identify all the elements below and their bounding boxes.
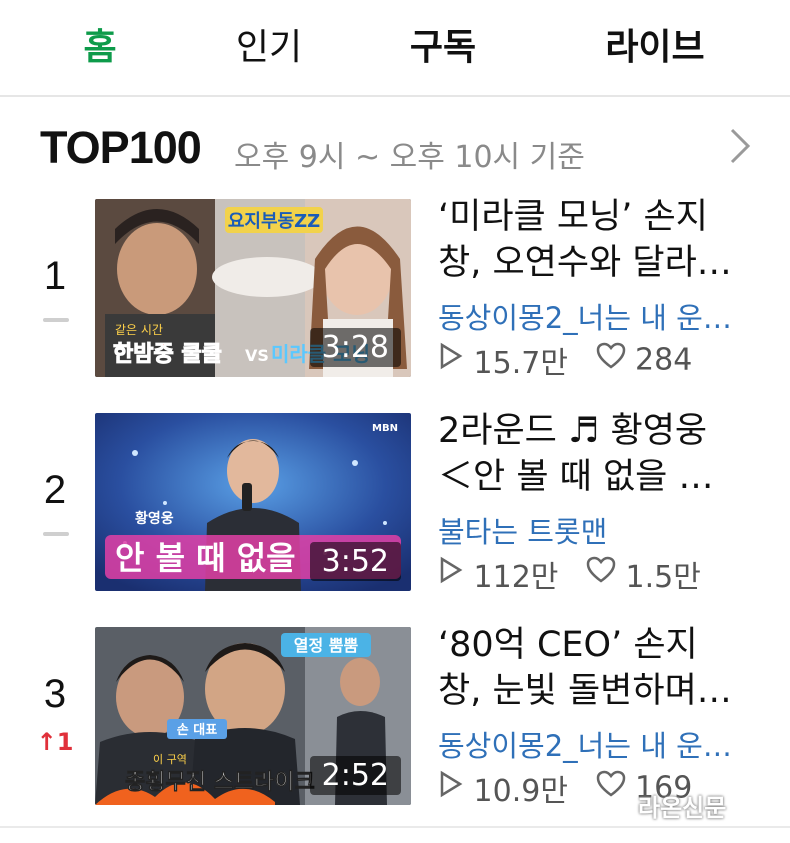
video-title-line: ‘미라클 모닝’ 손지 xyxy=(438,197,708,237)
thumb-caption: 손 대표 xyxy=(177,723,217,738)
video-stats: 15.7만 284 xyxy=(438,338,758,381)
channel-name[interactable]: 동상이몽2_너는 내 운… xyxy=(438,295,756,337)
video-thumbnail[interactable]: 열정 뿜뿜 손 대표 이 구역 종횡무진 스트라이크 2:52 xyxy=(95,627,411,805)
bottom-divider xyxy=(0,826,790,828)
list-item[interactable]: 1 요지부동ZZ 같은 시간 한밤중 쿨쿨 VS 미라클 모닝 3:28 ‘미라… xyxy=(0,188,790,388)
heart-icon xyxy=(596,342,626,378)
tab-subscriptions[interactable]: 구독 xyxy=(388,18,498,78)
thumb-caption: 요지부동ZZ xyxy=(228,211,320,232)
heart-icon xyxy=(586,556,616,592)
thumb-caption: 이 구역 xyxy=(153,753,187,766)
rank-steady-indicator xyxy=(43,318,69,322)
like-count: 284 xyxy=(635,342,693,378)
channel-name[interactable]: 불타는 트롯맨 xyxy=(438,509,756,551)
section-title: TOP100 xyxy=(40,122,202,173)
view-count: 15.7만 xyxy=(473,346,568,381)
list-item[interactable]: 2 MBN 황영웅 안 볼 때 없을 3:52 2라운드 ♬ 황영웅 ＜안 볼 … xyxy=(0,402,790,602)
play-icon xyxy=(438,341,464,379)
video-duration: 3:28 xyxy=(309,328,401,367)
top100-header[interactable]: TOP100 오후 9시 ~ 오후 10시 기준 xyxy=(40,118,760,178)
chevron-right-icon[interactable] xyxy=(720,124,760,168)
video-thumbnail[interactable]: MBN 황영웅 안 볼 때 없을 3:52 xyxy=(95,413,411,591)
tab-popular[interactable]: 인기 xyxy=(214,18,324,78)
rank-number: 3 xyxy=(43,672,67,716)
rank-number: 2 xyxy=(43,468,67,512)
video-title[interactable]: ‘미라클 모닝’ 손지 창, 오연수와 달라… xyxy=(438,194,758,286)
watermark-text: 라온신문 xyxy=(638,794,727,822)
tab-home[interactable]: 홈 xyxy=(60,18,140,78)
video-thumbnail[interactable]: 요지부동ZZ 같은 시간 한밤중 쿨쿨 VS 미라클 모닝 3:28 xyxy=(95,199,411,377)
video-duration: 2:52 xyxy=(309,756,401,795)
video-title[interactable]: ‘80억 CEO’ 손지 창, 눈빛 돌변하며… xyxy=(438,622,758,714)
section-subtitle: 오후 9시 ~ 오후 10시 기준 xyxy=(234,140,585,175)
thumb-caption: 열정 뿜뿜 xyxy=(294,636,359,655)
heart-icon xyxy=(596,770,626,806)
thumb-caption: 황영웅 xyxy=(135,510,174,527)
tab-live[interactable]: 라이브 xyxy=(585,18,725,78)
video-title-line: ＜안 볼 때 없을 … xyxy=(438,457,714,497)
rank-number: 1 xyxy=(43,254,67,298)
video-title-line: 창, 오연수와 달라… xyxy=(438,243,732,283)
video-title-line: ‘80억 CEO’ 손지 xyxy=(438,625,698,665)
video-title[interactable]: 2라운드 ♬ 황영웅 ＜안 볼 때 없을 … xyxy=(438,408,758,500)
view-count: 112만 xyxy=(473,560,559,595)
video-duration: 3:52 xyxy=(309,542,401,581)
channel-name[interactable]: 동상이몽2_너는 내 운… xyxy=(438,723,756,765)
view-count: 10.9만 xyxy=(473,774,568,809)
thumb-caption: 같은 시간 xyxy=(115,323,163,337)
play-icon xyxy=(438,555,464,593)
thumb-caption: VS xyxy=(245,346,269,365)
play-icon xyxy=(438,769,464,807)
thumb-caption: 한밤중 쿨쿨 xyxy=(113,342,222,367)
rank-steady-indicator xyxy=(43,532,69,536)
list-item[interactable]: 3 ↑1 열정 뿜뿜 손 대표 이 구역 종횡무진 스트라이크 2:52 ‘80… xyxy=(0,616,790,816)
thumb-caption: 안 볼 때 없을 xyxy=(115,539,296,577)
video-title-line: 2라운드 ♬ 황영웅 xyxy=(438,411,708,451)
channel-logo-text: MBN xyxy=(372,423,398,434)
top-tab-bar: 홈 인기 구독 라이브 xyxy=(0,0,790,97)
rank-change-up: ↑1 xyxy=(36,728,74,756)
like-count: 1.5만 xyxy=(625,560,701,595)
thumb-caption: 종횡무진 스트라이크 xyxy=(125,770,315,795)
video-stats: 112만 1.5만 xyxy=(438,552,758,595)
video-title-line: 창, 눈빛 돌변하며… xyxy=(438,671,732,711)
